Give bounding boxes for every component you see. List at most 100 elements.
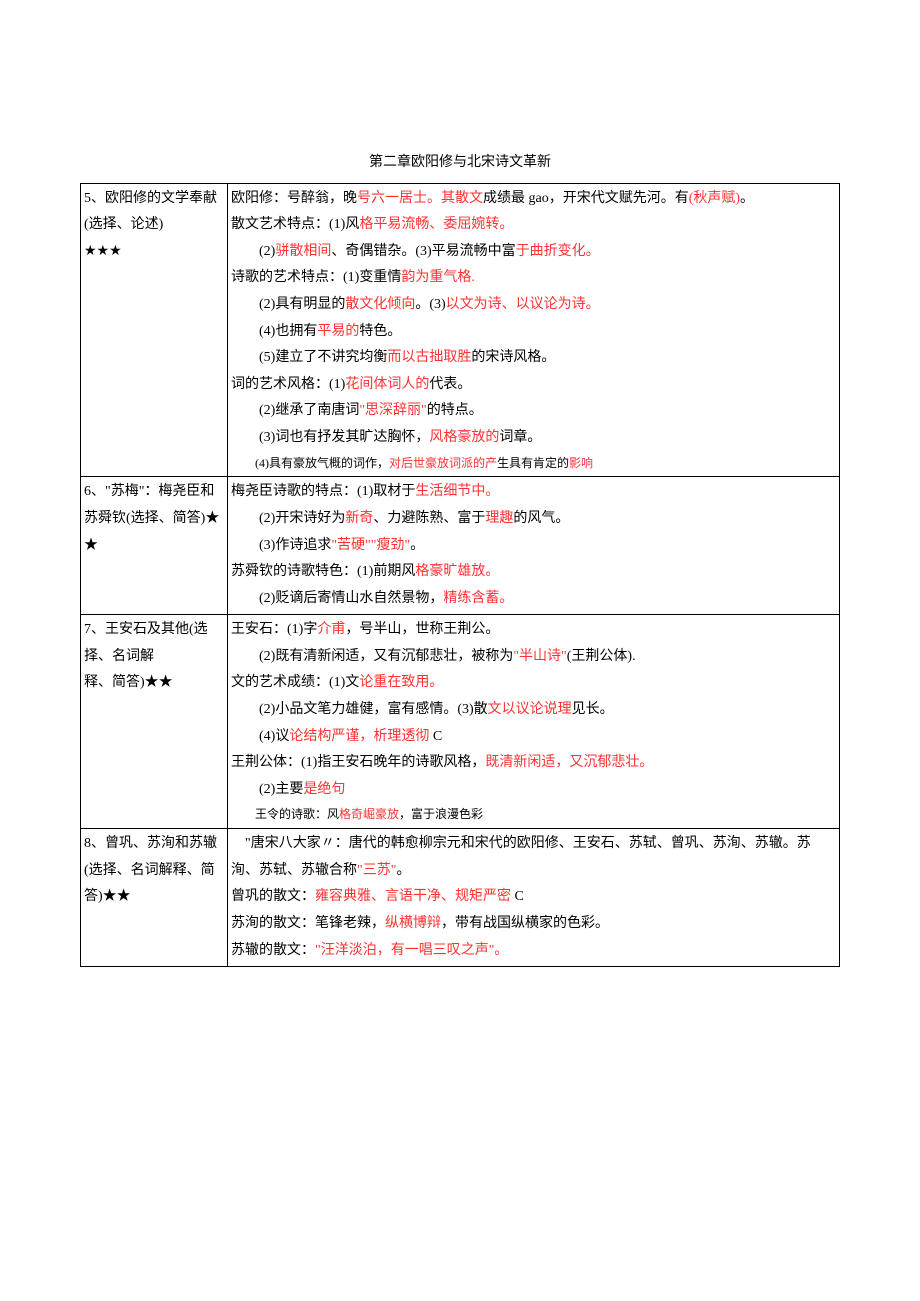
- highlight-text: 平易的: [317, 324, 359, 339]
- topic-line: 释、简答)★★: [84, 670, 224, 697]
- body-text: (4)具有豪放气概的词作，: [255, 456, 389, 470]
- body-text: (3): [259, 430, 275, 445]
- highlight-text: 影响: [569, 456, 593, 470]
- body-text: (5): [259, 350, 275, 365]
- body-text: (2): [259, 782, 275, 797]
- highlight-text: 新奇: [345, 511, 373, 526]
- body-text: (1): [357, 564, 373, 579]
- body-text: 文: [345, 675, 359, 690]
- body-text: 成绩最 gao，开宋代文赋先河。有: [483, 191, 689, 206]
- content-line: 曾巩的散文：雍容典雅、言语干净、规矩严密 C: [231, 884, 836, 911]
- body-text: (1): [343, 270, 359, 285]
- content-line: (2)主要是绝句: [231, 777, 836, 804]
- body-text: (2): [259, 244, 275, 259]
- body-text: (2): [259, 297, 275, 312]
- body-text: (1): [329, 217, 345, 232]
- highlight-text: 风格豪放的: [429, 430, 499, 445]
- highlight-text: 生活细节中。: [415, 484, 499, 499]
- body-text: 7、王安石及其他(选择、名词解: [84, 622, 208, 664]
- content-line: (3)作诗追求"苦硬""瘦劲"。: [231, 533, 836, 560]
- body-text: 取材于: [373, 484, 415, 499]
- content-line: 文的艺术成绩：(1)文论重在致用。: [231, 670, 836, 697]
- table-row: 7、王安石及其他(选择、名词解释、简答)★★ 王安石：(1)字介甫，号半山，世称王…: [81, 615, 840, 829]
- highlight-text: 花间体词人的: [345, 377, 429, 392]
- content-line: 欧阳修：号醉翁，晚号六一居士。其散文成绩最 gao，开宋代文赋先河。有(秋声赋)…: [231, 186, 836, 213]
- highlight-text: 是绝句: [303, 782, 345, 797]
- content-line: (4)议论结构严谨，析理透彻 C: [231, 724, 836, 751]
- body-text: (王荆公体).: [567, 649, 636, 664]
- highlight-text: "半山诗": [513, 649, 566, 664]
- body-text: (3): [429, 297, 445, 312]
- body-text: 。: [740, 191, 754, 206]
- body-text: C: [429, 729, 442, 744]
- body-text: ★★★: [84, 244, 122, 259]
- body-text: ，号半山，世称王荆公。: [345, 622, 499, 637]
- body-text: 欧阳修：号醉翁，晚: [231, 191, 357, 206]
- body-text: 、力避陈熟、富于: [373, 511, 485, 526]
- body-text: 议: [275, 729, 289, 744]
- body-text: 苏舜钦的诗歌特色：: [231, 564, 357, 579]
- content-line: 苏辙的散文："汪洋淡泊，有一唱三叹之声"。: [231, 938, 836, 965]
- highlight-text: 骈散相间: [275, 244, 331, 259]
- body-text: (4): [259, 324, 275, 339]
- body-text: 指王安石晚年的诗歌风格，: [317, 755, 485, 770]
- content-line: (2)继承了南唐词"思深辞丽"的特点。: [231, 398, 836, 425]
- content-line: 王安石：(1)字介甫，号半山，世称王荆公。: [231, 617, 836, 644]
- highlight-text: (秋声赋): [689, 191, 740, 206]
- body-text: 散文艺术特点：: [231, 217, 329, 232]
- content-line: (4)也拥有平易的特色。: [231, 319, 836, 346]
- highlight-text: 格奇崛豪放: [339, 807, 399, 821]
- body-text: 特色。: [359, 324, 401, 339]
- body-text: 梅尧臣诗歌的特点：: [231, 484, 357, 499]
- body-text: 既有清新闲适，又有沉郁悲壮，被称为: [275, 649, 513, 664]
- highlight-text: "苦硬""瘦劲": [331, 538, 410, 553]
- table-row: 5、欧阳修的文学奉献(选择、论述) ★★★ 欧阳修：号醉翁，晚号六一居士。其散文成绩…: [81, 183, 840, 477]
- body-text: 王安石：: [231, 622, 287, 637]
- body-text: 变重情: [359, 270, 401, 285]
- body-text: 继承了南唐词: [275, 403, 359, 418]
- highlight-text: "思深辞丽": [359, 403, 426, 418]
- topic-cell: 8、曾巩、苏洵和苏辙(选择、名词解释、简答)★★: [81, 829, 228, 967]
- body-text: 的宋诗风格。: [471, 350, 555, 365]
- body-text: 6、"苏梅"：梅尧臣和苏舜钦(选择、简答)★★: [84, 484, 219, 552]
- highlight-text: "三苏": [357, 863, 396, 878]
- body-text: C: [511, 889, 524, 904]
- highlight-text: 纵横博辩: [385, 916, 441, 931]
- body-text: (2): [259, 511, 275, 526]
- content-line: "唐宋八大家〃：唐代的韩愈柳宗元和宋代的欧阳修、王安石、苏轼、曾巩、苏洵、苏辙。…: [231, 831, 836, 884]
- body-text: (3): [457, 702, 473, 717]
- body-text: ，带有战国纵横家的色彩。: [441, 916, 609, 931]
- highlight-text: 格平易流畅、委屈婉转。: [359, 217, 513, 232]
- body-text: (2): [259, 403, 275, 418]
- body-text: 的特点。: [427, 403, 483, 418]
- content-line: (2)骈散相间、奇偶错杂。(3)平易流畅中富于曲折变化。: [231, 239, 836, 266]
- topic-line: 6、"苏梅"：梅尧臣和苏舜钦(选择、简答)★★: [84, 479, 224, 559]
- content-line: 苏洵的散文：笔锋老辣，纵横博辩，带有战国纵横家的色彩。: [231, 911, 836, 938]
- highlight-text: 格豪旷雄放。: [415, 564, 499, 579]
- topic-line: ★★★: [84, 239, 224, 266]
- body-text: 前期风: [373, 564, 415, 579]
- body-text: (1): [301, 755, 317, 770]
- body-text: 字: [303, 622, 317, 637]
- body-text: ，富于浪漫色彩: [399, 807, 483, 821]
- body-text: 5、欧阳修的文学奉献(选择、论述): [84, 191, 217, 233]
- highlight-text: 论结构严谨，析理透彻: [289, 729, 429, 744]
- body-text: 王荆公体：: [231, 755, 301, 770]
- body-text: 释、简答)★★: [84, 675, 173, 690]
- topic-line: 5、欧阳修的文学奉献(选择、论述): [84, 186, 224, 239]
- content-line: (3)词也有抒发其旷达胸怀，风格豪放的词章。: [231, 425, 836, 452]
- content-line: 梅尧臣诗歌的特点：(1)取材于生活细节中。: [231, 479, 836, 506]
- body-text: 。: [396, 863, 410, 878]
- body-text: (4): [259, 729, 275, 744]
- body-text: (3): [415, 244, 431, 259]
- highlight-text: 对后世豪放词派的产: [389, 456, 497, 470]
- content-line: (2)贬谪后寄情山水自然景物，精练含蓄。: [231, 586, 836, 613]
- content-line: 王令的诗歌：风格奇崛豪放，富于浪漫色彩: [231, 803, 836, 826]
- body-text: 。: [410, 538, 424, 553]
- topic-cell: 5、欧阳修的文学奉献(选择、论述) ★★★: [81, 183, 228, 477]
- highlight-text: 而以古拙取胜: [387, 350, 471, 365]
- content-line: (5)建立了不讲究均衡而以古拙取胜的宋诗风格。: [231, 345, 836, 372]
- topic-line: 8、曾巩、苏洵和苏辙(选择、名词解释、简答)★★: [84, 831, 224, 911]
- body-text: 词章。: [499, 430, 541, 445]
- body-text: 、奇偶错杂。: [331, 244, 415, 259]
